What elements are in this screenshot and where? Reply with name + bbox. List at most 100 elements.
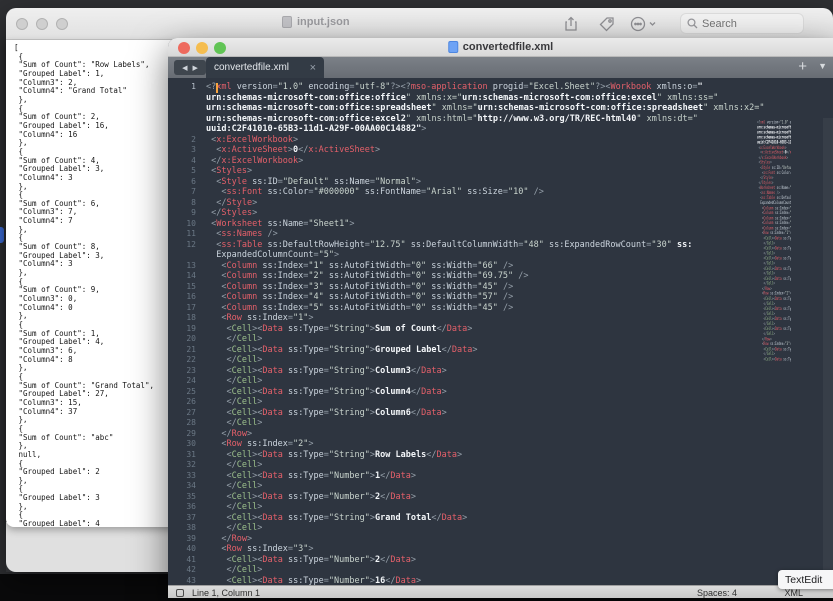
tag-icon[interactable] <box>598 15 618 33</box>
search-field[interactable] <box>680 13 804 34</box>
code-text: <Cell><Data ss:Type="String">Column6</Da… <box>206 408 447 419</box>
code-line[interactable]: 38 </Cell> <box>168 523 833 534</box>
zoom-button[interactable] <box>214 42 226 54</box>
tab-nav-arrows[interactable]: ◀ ▶ <box>174 60 206 75</box>
forward-icon[interactable]: ▶ <box>193 64 198 72</box>
code-line[interactable]: 37 <Cell><Data ss:Type="String">Grand To… <box>168 513 833 524</box>
caret-position[interactable]: Line 1, Column 1 <box>192 588 260 598</box>
code-line[interactable]: 36 </Cell> <box>168 502 833 513</box>
code-line[interactable]: 43 <Cell><Data ss:Type="Number">16</Data… <box>168 576 833 586</box>
line-number: 31 <box>168 450 206 461</box>
code-line[interactable]: 34 </Cell> <box>168 481 833 492</box>
minimize-button[interactable] <box>196 42 208 54</box>
code-text: </x:ExcelWorkbook> <box>206 156 303 167</box>
code-line[interactable]: 26 </Cell> <box>168 397 833 408</box>
code-line[interactable]: 19 <Cell><Data ss:Type="String">Sum of C… <box>168 324 833 335</box>
code-line[interactable]: 41 <Cell><Data ss:Type="Number">2</Data> <box>168 555 833 566</box>
code-text: <Row ss:Index="2"> <box>206 439 314 450</box>
code-text: <ss:Names /> <box>206 229 278 240</box>
code-line[interactable]: 8 </Style> <box>168 198 833 209</box>
line-number: 42 <box>168 565 206 576</box>
tab-overflow-icon[interactable]: ▼ <box>818 61 827 71</box>
code-line[interactable]: 7 <ss:Font ss:Color="#000000" ss:FontNam… <box>168 187 833 198</box>
code-line[interactable]: 4 </x:ExcelWorkbook> <box>168 156 833 167</box>
new-tab-icon[interactable]: + <box>798 58 807 75</box>
code-line[interactable]: 3 <x:ActiveSheet>0</x:ActiveSheet> <box>168 145 833 156</box>
code-line[interactable]: urn:schemas-microsoft-com:office:spreads… <box>168 103 833 114</box>
code-editor[interactable]: 1<?xml version="1.0" encoding="utf-8"?><… <box>168 78 833 585</box>
code-line[interactable]: 23 <Cell><Data ss:Type="String">Column3<… <box>168 366 833 377</box>
code-line[interactable]: 27 <Cell><Data ss:Type="String">Column6<… <box>168 408 833 419</box>
code-text: <Cell><Data ss:Type="String">Row Labels<… <box>206 450 462 461</box>
code-line[interactable]: 21 <Cell><Data ss:Type="String">Grouped … <box>168 345 833 356</box>
code-line[interactable]: 28 </Cell> <box>168 418 833 429</box>
code-line[interactable]: 31 <Cell><Data ss:Type="String">Row Labe… <box>168 450 833 461</box>
status-panel-icon[interactable] <box>176 589 184 597</box>
code-text: </Styles> <box>206 208 257 219</box>
line-number: 26 <box>168 397 206 408</box>
line-number: 3 <box>168 145 206 156</box>
syntax-setting[interactable]: XML <box>784 588 803 598</box>
code-line[interactable]: 25 <Cell><Data ss:Type="String">Column4<… <box>168 387 833 398</box>
code-line[interactable]: 29 </Row> <box>168 429 833 440</box>
indentation-setting[interactable]: Spaces: 4 <box>697 588 737 598</box>
code-text: <?xml version="1.0" encoding="utf-8"?><?… <box>206 82 703 93</box>
minimize-button[interactable] <box>36 18 48 30</box>
code-line[interactable]: 24 </Cell> <box>168 376 833 387</box>
window-title: input.json <box>297 16 350 28</box>
code-line[interactable]: 15 <Column ss:Index="3" ss:AutoFitWidth=… <box>168 282 833 293</box>
line-number: 17 <box>168 303 206 314</box>
code-line[interactable]: 11 <ss:Names /> <box>168 229 833 240</box>
share-icon[interactable] <box>562 15 582 33</box>
tab-close-icon[interactable]: × <box>310 62 316 74</box>
editor-titlebar[interactable]: convertedfile.xml <box>168 38 833 57</box>
code-line[interactable]: 35 <Cell><Data ss:Type="Number">2</Data> <box>168 492 833 503</box>
code-text: </Cell> <box>206 334 262 345</box>
code-line[interactable]: 2 <x:ExcelWorkbook> <box>168 135 833 146</box>
code-line[interactable]: 18 <Row ss:Index="1"> <box>168 313 833 324</box>
line-number: 6 <box>168 177 206 188</box>
code-line[interactable]: ExpandedColumnCount="5"> <box>168 250 833 261</box>
window-title-group: input.json <box>282 16 350 28</box>
code-text: <x:ExcelWorkbook> <box>206 135 298 146</box>
window-title-group: convertedfile.xml <box>448 41 553 53</box>
close-button[interactable] <box>178 42 190 54</box>
code-line[interactable]: 14 <Column ss:Index="2" ss:AutoFitWidth=… <box>168 271 833 282</box>
textedit-titlebar[interactable]: input.json <box>6 8 833 40</box>
code-text: <Column ss:Index="3" ss:AutoFitWidth="0"… <box>206 282 513 293</box>
tab-convertedfile[interactable]: convertedfile.xml × <box>206 57 324 78</box>
code-line[interactable]: 39 </Row> <box>168 534 833 545</box>
zoom-button[interactable] <box>56 18 68 30</box>
code-line[interactable]: 32 </Cell> <box>168 460 833 471</box>
search-input[interactable] <box>702 18 782 30</box>
code-line[interactable]: 17 <Column ss:Index="5" ss:AutoFitWidth=… <box>168 303 833 314</box>
line-number: 21 <box>168 345 206 356</box>
code-line[interactable]: urn:schemas-microsoft-com:office:excel2"… <box>168 114 833 125</box>
code-line[interactable]: 20 </Cell> <box>168 334 833 345</box>
code-line[interactable]: 33 <Cell><Data ss:Type="Number">1</Data> <box>168 471 833 482</box>
code-line[interactable]: 5 <Styles> <box>168 166 833 177</box>
line-number: 29 <box>168 429 206 440</box>
code-line[interactable]: 10 <Worksheet ss:Name="Sheet1"> <box>168 219 833 230</box>
close-button[interactable] <box>16 18 28 30</box>
code-line[interactable]: 13 <Column ss:Index="1" ss:AutoFitWidth=… <box>168 261 833 272</box>
code-line[interactable]: 42 </Cell> <box>168 565 833 576</box>
code-line[interactable]: 1<?xml version="1.0" encoding="utf-8"?><… <box>168 82 833 93</box>
code-line[interactable]: urn:schemas-microsoft-com:office:office"… <box>168 93 833 104</box>
code-line[interactable]: uuid:C2F41010-65B3-11d1-A29F-00AA00C1488… <box>168 124 833 135</box>
more-actions-icon[interactable] <box>630 15 660 33</box>
code-line[interactable]: 40 <Row ss:Index="3"> <box>168 544 833 555</box>
code-line[interactable]: 9 </Styles> <box>168 208 833 219</box>
code-line[interactable]: 30 <Row ss:Index="2"> <box>168 439 833 450</box>
back-icon[interactable]: ◀ <box>182 64 187 72</box>
code-line[interactable]: 6 <Style ss:ID="Default" ss:Name="Normal… <box>168 177 833 188</box>
minimap[interactable]: <?xml version="1.0" encoding="utf-8"?><?… <box>757 120 791 368</box>
code-line[interactable]: 12 <ss:Table ss:DefaultRowHeight="12.75"… <box>168 240 833 251</box>
code-line[interactable]: 22 </Cell> <box>168 355 833 366</box>
line-number: 13 <box>168 261 206 272</box>
code-line[interactable]: 16 <Column ss:Index="4" ss:AutoFitWidth=… <box>168 292 833 303</box>
code-text: <Styles> <box>206 166 252 177</box>
code-text: <Style ss:ID="Default" ss:Name="Normal"> <box>206 177 421 188</box>
code-text: <Column ss:Index="5" ss:AutoFitWidth="0"… <box>206 303 513 314</box>
line-number <box>168 103 206 114</box>
